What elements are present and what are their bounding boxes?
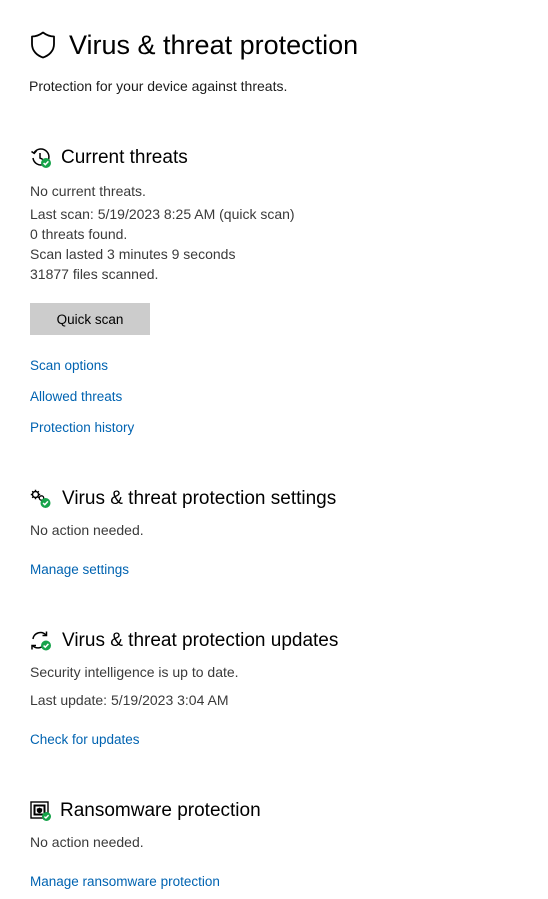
updates-status: Security intelligence is up to date. [30, 664, 239, 680]
current-threats-title: Current threats [61, 147, 188, 168]
gears-check-icon [30, 489, 51, 508]
folder-shield-check-icon [30, 801, 51, 821]
settings-title: Virus & threat protection settings [62, 488, 337, 509]
ransomware-status: No action needed. [30, 834, 144, 850]
refresh-check-icon [31, 631, 51, 651]
scan-options-link[interactable]: Scan options [30, 357, 108, 375]
page-title: Virus & threat protection [69, 30, 359, 60]
scan-duration-text: Scan lasted 3 minutes 9 seconds [30, 246, 236, 262]
last-scan-text: Last scan: 5/19/2023 8:25 AM (quick scan… [30, 206, 295, 222]
last-update-text: Last update: 5/19/2023 3:04 AM [30, 692, 229, 708]
shield-icon [31, 31, 55, 59]
quick-scan-button[interactable]: Quick scan [30, 303, 150, 335]
page-subtitle: Protection for your device against threa… [29, 78, 288, 94]
history-check-icon [31, 148, 51, 168]
settings-status: No action needed. [30, 522, 144, 538]
protection-history-link[interactable]: Protection history [30, 419, 134, 437]
ransomware-title: Ransomware protection [60, 800, 261, 821]
threats-found-text: 0 threats found. [30, 226, 128, 242]
check-for-updates-link[interactable]: Check for updates [30, 731, 140, 749]
manage-ransomware-protection-link[interactable]: Manage ransomware protection [30, 873, 220, 891]
files-scanned-text: 31877 files scanned. [30, 266, 159, 282]
updates-title: Virus & threat protection updates [62, 630, 339, 651]
allowed-threats-link[interactable]: Allowed threats [30, 388, 122, 406]
current-threats-status: No current threats. [30, 183, 146, 199]
manage-settings-link[interactable]: Manage settings [30, 561, 129, 579]
